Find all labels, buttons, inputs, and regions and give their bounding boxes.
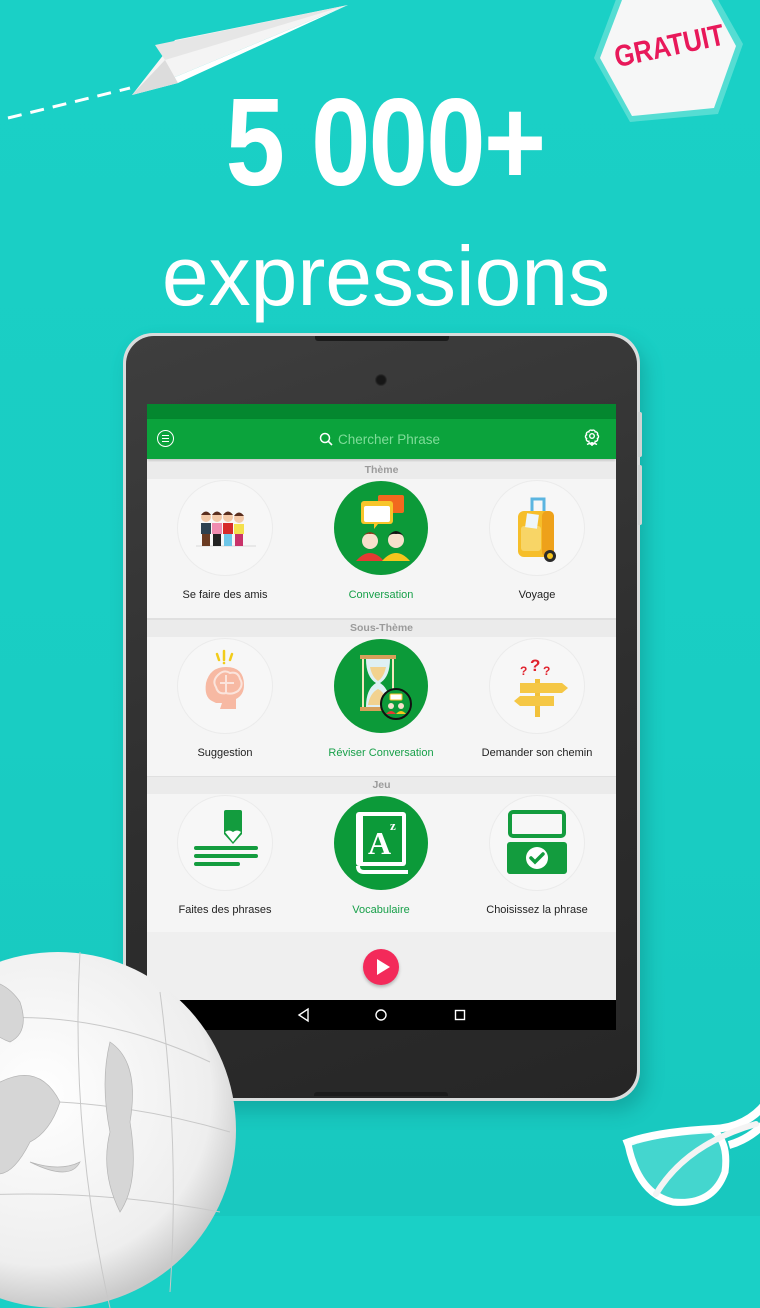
- tablet-speaker-top: [315, 336, 449, 341]
- svg-text:A: A: [368, 825, 391, 861]
- theme-row: Se faire des amis Conversation Voyage: [147, 479, 616, 620]
- tile-suggestion[interactable]: Suggestion: [147, 637, 303, 776]
- status-bar: [147, 404, 616, 419]
- tile-make-friends[interactable]: Se faire des amis: [147, 479, 303, 618]
- play-button[interactable]: [363, 949, 399, 985]
- search-input[interactable]: Chercher Phrase: [319, 429, 440, 449]
- tile-review-conversation[interactable]: Réviser Conversation: [303, 637, 459, 776]
- tile-circle: [334, 481, 428, 575]
- suitcase-icon: [518, 497, 556, 562]
- home-icon[interactable]: [372, 1006, 390, 1024]
- tile-circle: [490, 481, 584, 575]
- tablet-speaker-bottom: [314, 1092, 448, 1096]
- app-toolbar: Chercher Phrase: [147, 419, 616, 459]
- tile-conversation[interactable]: Conversation: [303, 479, 459, 618]
- tile-circle: [490, 796, 584, 890]
- dictionary-az-icon: A z: [356, 812, 408, 874]
- hourglass-review-icon: [360, 655, 412, 720]
- pencil-lines-icon: [194, 810, 258, 866]
- tile-travel[interactable]: Voyage: [459, 479, 615, 618]
- tile-make-sentences[interactable]: Faites des phrases: [147, 794, 303, 933]
- tile-label: Faites des phrases: [178, 904, 272, 916]
- tile-choose-sentence[interactable]: Choisissez la phrase: [459, 794, 615, 933]
- game-row: Faites des phrases A z Vocabulaire Chois…: [147, 794, 616, 935]
- section-header-game: Jeu: [147, 777, 616, 794]
- tile-vocabulary[interactable]: A z Vocabulaire: [303, 794, 459, 933]
- tile-label: Demander son chemin: [481, 747, 593, 759]
- subtheme-row: Suggestion Réviser Conversation ? ? ? De…: [147, 637, 616, 778]
- tile-label: Conversation: [348, 589, 414, 601]
- svg-text:z: z: [390, 818, 396, 833]
- svg-text:?: ?: [530, 656, 540, 675]
- tile-label: Vocabulaire: [352, 904, 410, 916]
- headline-count: 5 000+: [225, 74, 547, 212]
- section-header-subtheme: Sous-Thème: [147, 620, 616, 637]
- tile-circle: [334, 639, 428, 733]
- tile-circle: [178, 481, 272, 575]
- friends-group-icon: [196, 511, 256, 547]
- glasses-illustration: [622, 1103, 760, 1206]
- tile-label: Réviser Conversation: [328, 747, 434, 759]
- globe-illustration: [0, 952, 236, 1308]
- recents-icon[interactable]: [451, 1006, 469, 1024]
- search-placeholder: Chercher Phrase: [338, 431, 441, 447]
- tile-label: Voyage: [518, 589, 556, 601]
- app-screen: Chercher Phrase Thème Se faire des amis …: [147, 404, 616, 1030]
- svg-text:?: ?: [543, 664, 550, 678]
- choose-check-icon: [507, 810, 567, 874]
- tile-label: Suggestion: [197, 747, 253, 759]
- menu-icon[interactable]: [157, 430, 174, 447]
- back-icon[interactable]: [295, 1006, 313, 1024]
- volume-button: [638, 412, 642, 457]
- tile-circle: [178, 796, 272, 890]
- signpost-question-icon: ? ? ?: [514, 656, 568, 717]
- headline-expressions: expressions: [161, 229, 611, 323]
- play-icon: [377, 959, 390, 975]
- svg-text:?: ?: [520, 664, 527, 678]
- brain-idea-icon: [205, 649, 244, 709]
- front-camera: [375, 374, 387, 386]
- settings-icon[interactable]: [582, 428, 602, 448]
- power-button: [638, 465, 642, 525]
- section-header-theme: Thème: [147, 462, 616, 479]
- tile-circle: A z: [334, 796, 428, 890]
- tile-label: Choisissez la phrase: [486, 904, 588, 916]
- conversation-icon: [356, 495, 410, 561]
- tile-circle: ? ? ?: [490, 639, 584, 733]
- tile-label: Se faire des amis: [182, 589, 268, 601]
- tile-ask-directions[interactable]: ? ? ? Demander son chemin: [459, 637, 615, 776]
- tile-circle: [178, 639, 272, 733]
- search-icon: [319, 432, 333, 446]
